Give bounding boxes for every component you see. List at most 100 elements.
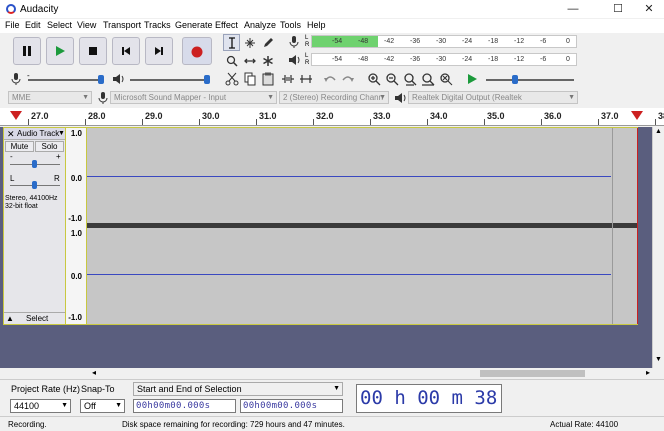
meter-tick-label: -54	[332, 56, 343, 63]
vertical-scrollbar[interactable]: ▲ ▼	[652, 127, 664, 368]
play-icon	[468, 74, 477, 84]
menu-edit[interactable]: Edit	[25, 20, 41, 30]
chevron-down-icon: ▼	[568, 94, 575, 101]
zoom-tool-button[interactable]	[223, 52, 240, 69]
scroll-right-icon[interactable]: ▸	[646, 368, 650, 377]
meter-tick-label: -12	[514, 38, 525, 45]
ruler-tick-mark	[313, 119, 314, 125]
draw-tool-button[interactable]	[259, 34, 276, 51]
horizontal-scroll-thumb[interactable]	[480, 370, 585, 377]
selection-start-time[interactable]: 00h00m00.000s	[133, 399, 236, 413]
pause-button[interactable]	[13, 37, 41, 65]
menu-view[interactable]: View	[77, 20, 96, 30]
track-format-line2: 32-bit float	[5, 203, 38, 210]
menu-generate[interactable]: Generate	[175, 20, 213, 30]
scroll-down-icon[interactable]: ▼	[655, 356, 662, 363]
zoom-out-button[interactable]	[384, 71, 400, 87]
collapse-track-icon[interactable]: ▲	[6, 314, 14, 323]
recording-volume-thumb[interactable]	[98, 75, 104, 84]
record-meter-mic-button[interactable]	[286, 34, 302, 50]
playback-meter-speaker-button[interactable]	[286, 52, 302, 68]
snap-to-select[interactable]: Off ▼	[80, 399, 125, 413]
menu-effect[interactable]: Effect	[215, 20, 238, 30]
minimize-button[interactable]: —	[558, 0, 588, 18]
meter-tick-label: -42	[384, 56, 395, 63]
audio-position-time[interactable]: 00 h 00 m 38 s	[356, 384, 502, 413]
redo-button[interactable]	[340, 71, 356, 87]
recording-volume-slider[interactable]	[28, 79, 104, 81]
selection-end-time[interactable]: 00h00m00.000s	[240, 399, 343, 413]
solo-button[interactable]: Solo	[35, 141, 64, 152]
fit-selection-button[interactable]	[402, 71, 418, 87]
menu-help[interactable]: Help	[307, 20, 326, 30]
menu-tools[interactable]: Tools	[280, 20, 301, 30]
paste-button[interactable]	[260, 71, 276, 87]
playback-volume-slider[interactable]	[130, 79, 210, 81]
time-shift-tool-button[interactable]	[241, 52, 258, 69]
multi-tool-button[interactable]	[259, 52, 276, 69]
waveform-display[interactable]	[86, 127, 638, 325]
recording-device-select[interactable]: Microsoft Sound Mapper - Input ▼	[110, 91, 277, 104]
meter-tick-label: -36	[410, 38, 421, 45]
zoom-in-button[interactable]	[366, 71, 382, 87]
close-button[interactable]: ✕	[634, 0, 664, 18]
skip-to-end-button[interactable]	[145, 37, 173, 65]
status-actual-rate: Actual Rate: 44100	[550, 420, 619, 429]
snap-to-value: Off	[84, 401, 96, 411]
menu-transport[interactable]: Transport	[103, 20, 141, 30]
scroll-left-icon[interactable]: ◂	[92, 368, 96, 377]
gain-slider-thumb[interactable]	[32, 160, 37, 168]
play-at-speed-slider[interactable]	[486, 79, 574, 81]
menu-tracks[interactable]: Tracks	[144, 20, 171, 30]
ruler-tick-mark	[199, 119, 200, 125]
recording-channels-select[interactable]: 2 (Stereo) Recording Chann ▼	[279, 91, 389, 104]
timeline-ruler[interactable]: 27.0 28.0 29.0 30.0 31.0 32.0 33.0 34.0 35.0 36.0…	[0, 108, 664, 126]
skip-to-start-button[interactable]	[112, 37, 140, 65]
menu-select[interactable]: Select	[47, 20, 72, 30]
menu-file[interactable]: File	[5, 20, 20, 30]
scroll-up-icon[interactable]: ▲	[655, 128, 662, 135]
playback-device-select[interactable]: Realtek Digital Output (Realtek ▼	[408, 91, 578, 104]
vertical-ruler[interactable]: 1.0 0.0 -1.0 1.0 0.0 -1.0	[66, 127, 86, 325]
close-track-icon[interactable]: ✕	[7, 129, 15, 140]
maximize-button[interactable]: ☐	[603, 0, 633, 18]
skip-end-icon	[155, 47, 163, 55]
play-meter-l-label: L	[305, 53, 309, 59]
horizontal-scrollbar[interactable]: ◂ ▸	[0, 368, 664, 379]
copy-button[interactable]	[242, 71, 258, 87]
audio-host-select[interactable]: MME ▼	[8, 91, 92, 104]
project-rate-select[interactable]: 44100 ▼	[10, 399, 71, 413]
recording-device-value: Microsoft Sound Mapper - Input	[114, 93, 227, 102]
record-button[interactable]	[182, 37, 212, 65]
track-footer: ▲ Select	[4, 312, 65, 324]
mute-button[interactable]: Mute	[5, 141, 34, 152]
select-track-button[interactable]: Select	[26, 314, 48, 323]
cut-button[interactable]	[224, 71, 240, 87]
pan-slider-thumb[interactable]	[32, 181, 37, 189]
track-name-menu[interactable]: Audio Track	[17, 129, 59, 138]
selection-mode-select[interactable]: Start and End of Selection ▼	[133, 382, 343, 396]
double-arrow-icon	[244, 58, 256, 64]
play-at-speed-thumb[interactable]	[512, 75, 518, 84]
silence-audio-button[interactable]	[298, 71, 314, 87]
project-rate-value: 44100	[14, 401, 40, 411]
play-at-speed-button[interactable]	[464, 71, 480, 87]
record-meter[interactable]: -54 -48 -42 -36 -30 -24 -18 -12 -6 0	[311, 35, 577, 48]
envelope-tool-button[interactable]	[241, 34, 258, 51]
meter-tick-label: -24	[462, 38, 473, 45]
zoom-toggle-button[interactable]	[438, 71, 454, 87]
menu-analyze[interactable]: Analyze	[244, 20, 276, 30]
playback-meter[interactable]: -54 -48 -42 -36 -30 -24 -18 -12 -6 0	[311, 53, 577, 66]
trim-audio-button[interactable]	[280, 71, 296, 87]
track-area[interactable]: ✕ Audio Track ▼ Mute Solo - + L R Stereo…	[0, 127, 652, 368]
selection-tool-button[interactable]	[223, 34, 240, 51]
ruler-tick-label: 33.0	[373, 111, 391, 121]
play-head-marker-icon	[10, 111, 22, 120]
play-icon	[56, 46, 65, 56]
playback-volume-thumb[interactable]	[204, 75, 210, 84]
stop-button[interactable]	[79, 37, 107, 65]
fit-project-button[interactable]	[420, 71, 436, 87]
undo-button[interactable]	[322, 71, 338, 87]
chevron-down-icon[interactable]: ▼	[58, 130, 65, 137]
play-button[interactable]	[46, 37, 74, 65]
